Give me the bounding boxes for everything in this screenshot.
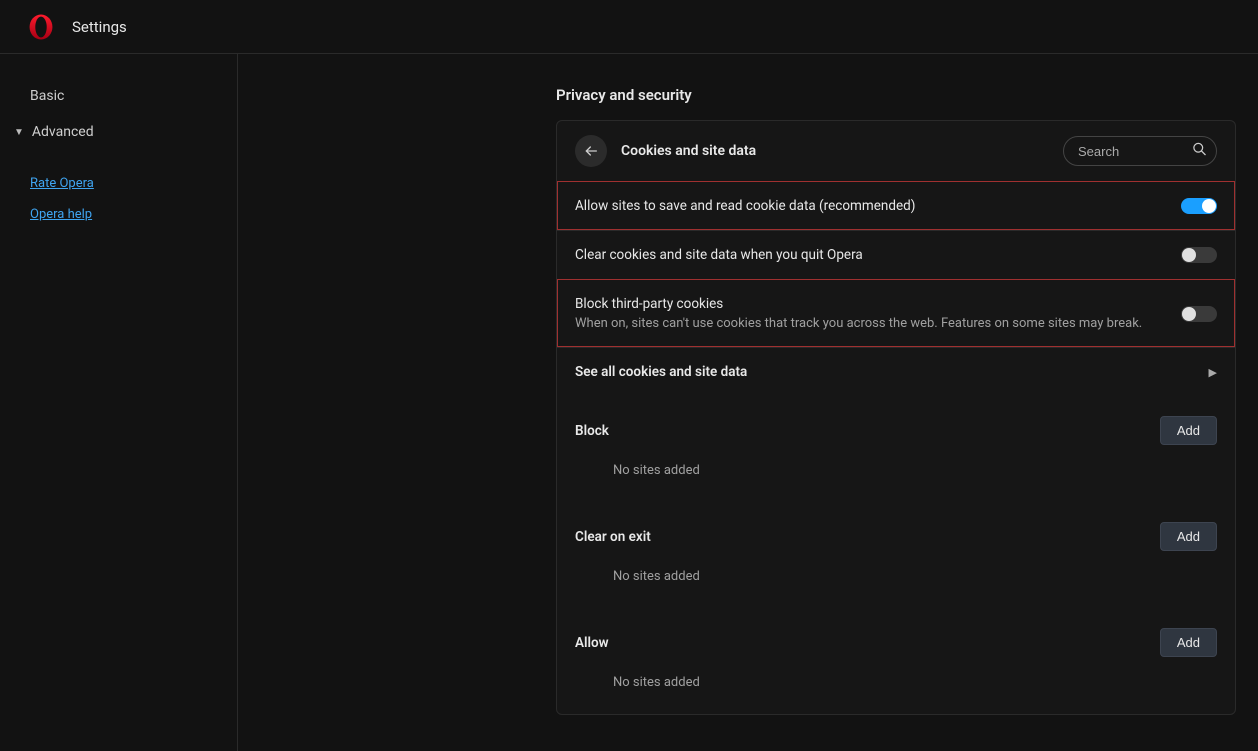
page-title: Settings — [72, 18, 127, 36]
sidebar-item-advanced[interactable]: ▼ Advanced — [0, 114, 237, 150]
settings-panel: Cookies and site data Allow sites to sav… — [556, 120, 1236, 715]
allow-list-header: Allow Add — [557, 608, 1235, 665]
block-list-empty: No sites added — [557, 453, 1235, 502]
clear-exit-add-button[interactable]: Add — [1160, 522, 1217, 551]
back-button[interactable] — [575, 135, 607, 167]
opera-help-link[interactable]: Opera help — [0, 199, 237, 230]
clear-on-exit-header: Clear on exit Add — [557, 502, 1235, 559]
allow-list-empty: No sites added — [557, 665, 1235, 714]
arrow-left-icon — [583, 143, 599, 159]
panel-title: Cookies and site data — [621, 143, 1049, 159]
sidebar-item-basic[interactable]: Basic — [0, 78, 237, 114]
clear-exit-list-empty: No sites added — [557, 559, 1235, 608]
chevron-right-icon: ▶ — [1209, 366, 1217, 379]
row-see-all-cookies[interactable]: See all cookies and site data ▶ — [557, 347, 1235, 396]
caret-down-icon: ▼ — [14, 127, 24, 138]
toggle-allow-cookies[interactable] — [1181, 198, 1217, 214]
sidebar: Basic ▼ Advanced Rate Opera Opera help — [0, 54, 238, 751]
opera-logo-icon — [28, 14, 54, 40]
search-icon — [1192, 142, 1207, 161]
top-bar: Settings — [0, 0, 1258, 54]
allow-add-button[interactable]: Add — [1160, 628, 1217, 657]
section-title: Privacy and security — [556, 86, 1236, 104]
toggle-block-third-party[interactable] — [1181, 306, 1217, 322]
rate-opera-link[interactable]: Rate Opera — [0, 168, 237, 199]
toggle-clear-on-quit[interactable] — [1181, 247, 1217, 263]
row-block-third-party[interactable]: Block third-party cookies When on, sites… — [557, 279, 1235, 347]
row-clear-on-quit[interactable]: Clear cookies and site data when you qui… — [557, 230, 1235, 279]
block-list-header: Block Add — [557, 396, 1235, 453]
main-area: Privacy and security Cookies and site da… — [238, 54, 1258, 751]
block-add-button[interactable]: Add — [1160, 416, 1217, 445]
row-allow-cookies[interactable]: Allow sites to save and read cookie data… — [557, 181, 1235, 230]
